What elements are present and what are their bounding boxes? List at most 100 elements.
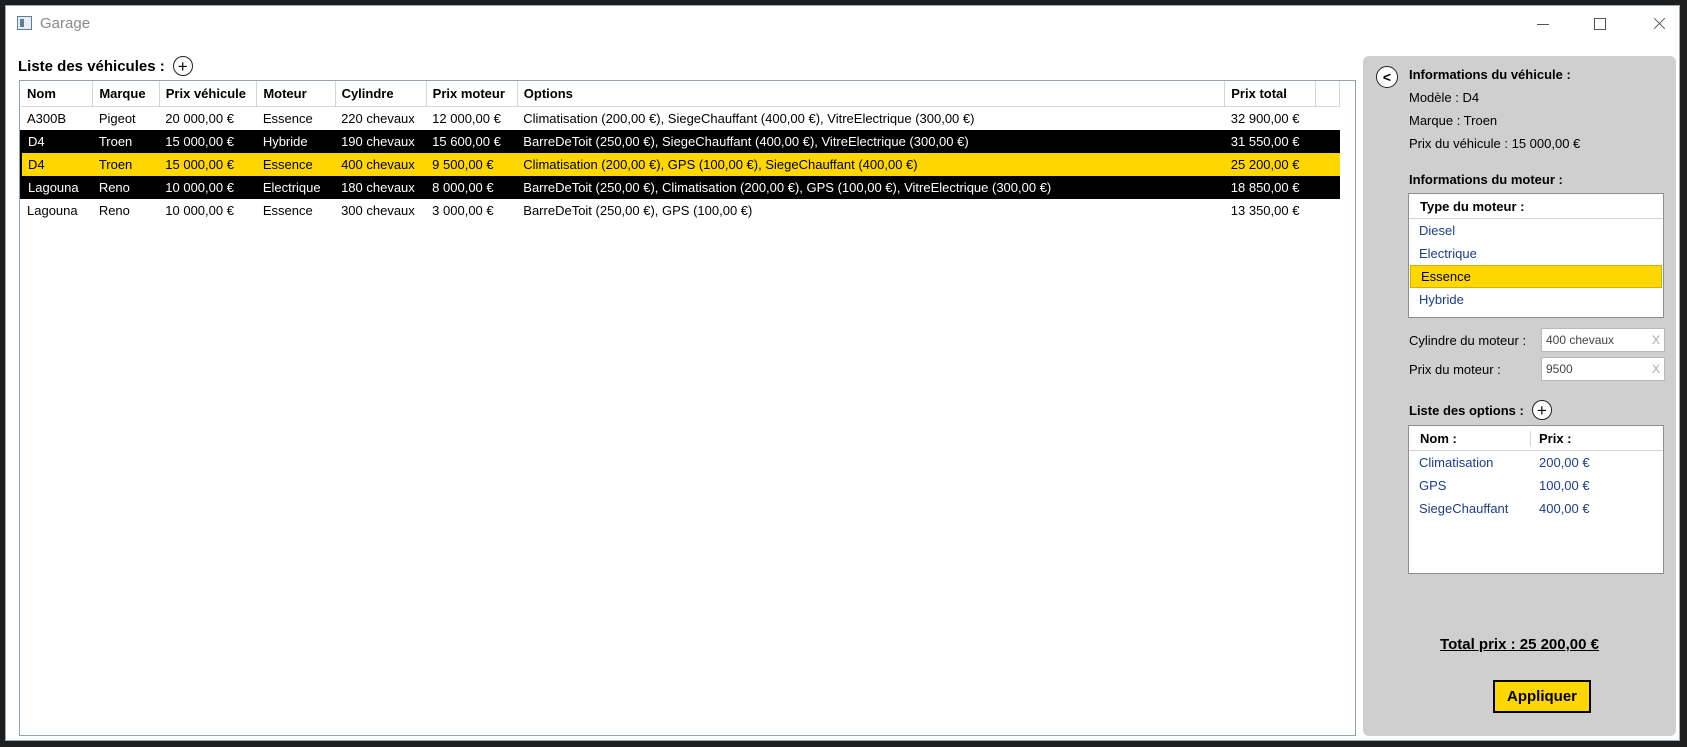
engine-type-header: Type du moteur : [1409, 194, 1663, 219]
engine-type-item[interactable]: Essence [1410, 265, 1662, 288]
cell-marque: Pigeot [98, 111, 136, 126]
vehicle-row[interactable]: Lagouna Reno 10 000,00 € Essence 300 chevaux… [21, 199, 1340, 222]
vehicle-grid: Nom Marque Prix véhicule Moteur Cylindre… [19, 80, 1356, 736]
add-icon: + [177, 56, 188, 76]
options-title: Liste des options : [1409, 402, 1524, 418]
cell-moteur: Hybride [256, 130, 336, 153]
cell-cylindre: 190 chevaux [335, 130, 427, 153]
add-icon: + [1536, 400, 1547, 420]
close-icon[interactable] [1630, 6, 1686, 42]
cell-nom: D4 [20, 130, 93, 153]
option-name: Climatisation [1419, 455, 1494, 470]
options-list: Nom : Prix : Climatisation 200,00 € GPS 100… [1408, 425, 1664, 574]
column-header-prix-total[interactable]: Prix total [1224, 81, 1317, 107]
vehicle-list-title: Liste des véhicules : [18, 57, 165, 75]
cell-prix-moteur: 3 000,00 € [432, 203, 494, 218]
cell-prix-total: 25 200,00 € [1224, 153, 1316, 176]
option-item[interactable]: GPS 100,00 € [1409, 474, 1663, 497]
vehicle-info-title: Informations du véhicule : [1409, 67, 1571, 82]
column-header-nom[interactable]: Nom [21, 81, 94, 107]
option-price: 400,00 € [1539, 501, 1590, 516]
apply-button[interactable]: Appliquer [1493, 680, 1591, 713]
clear-cylinder-icon[interactable]: X [1652, 333, 1660, 347]
add-option-button[interactable]: + [1531, 400, 1552, 420]
column-header-cylindre[interactable]: Cylindre [335, 81, 427, 107]
engine-type-item[interactable]: Diesel [1409, 219, 1663, 242]
cell-moteur: Essence [262, 111, 313, 126]
cell-marque: Reno [98, 203, 130, 218]
vehicle-row[interactable]: D4 Troen 15 000,00 € Essence 400 chevaux 9 50… [20, 153, 1340, 176]
option-name: SiegeChauffant [1419, 501, 1509, 516]
cell-nom: A300B [27, 111, 67, 126]
cell-filler [1315, 153, 1340, 176]
cell-cylindre: 180 chevaux [335, 176, 427, 199]
engine-info-title: Informations du moteur : [1409, 172, 1563, 187]
column-header-options[interactable]: Options [517, 81, 1226, 107]
cylinder-row: Cylindre du moteur : 400 chevaux X [1409, 328, 1665, 352]
column-header-prix-moteur[interactable]: Prix moteur [426, 81, 518, 107]
option-item[interactable]: SiegeChauffant 400,00 € [1409, 497, 1663, 520]
options-header-nom: Nom : [1409, 430, 1531, 446]
cell-filler [1316, 107, 1340, 131]
vehicle-row[interactable]: D4 Troen 15 000,00 € Hybride 190 chevaux 15 6… [20, 130, 1340, 153]
cell-moteur: Electrique [256, 176, 336, 199]
column-header-prix-vehicule[interactable]: Prix véhicule [159, 81, 258, 107]
minimize-icon[interactable] [1514, 6, 1570, 42]
option-item[interactable]: Climatisation 200,00 € [1409, 451, 1663, 474]
cell-moteur: Essence [262, 203, 313, 218]
options-header-prix: Prix : [1539, 430, 1572, 446]
details-panel: < Informations du véhicule : Modèle : D4… [1363, 56, 1676, 736]
cell-marque: Reno [92, 176, 160, 199]
vehicle-model: Modèle : D4 [1409, 90, 1480, 105]
total-price: Total prix : 25 200,00 € [1440, 636, 1599, 653]
cell-marque: Troen [92, 130, 160, 153]
engine-type-list: Type du moteur : Diesel Electrique Essence… [1408, 193, 1664, 318]
vehicle-brand: Marque : Troen [1409, 113, 1498, 128]
cell-options: BarreDeToit (250,00 €), GPS (100,00 €) [523, 203, 753, 218]
cylinder-value: 400 chevaux [1546, 333, 1615, 347]
add-vehicle-button[interactable]: + [172, 56, 193, 76]
cell-options: BarreDeToit (250,00 €), Climatisation (2… [517, 176, 1225, 199]
cell-options: Climatisation (200,00 €), SiegeChauffant… [523, 111, 975, 126]
vehicle-price: Prix du véhicule : 15 000,00 € [1409, 136, 1581, 151]
cell-nom: Lagouna [20, 176, 93, 199]
clear-engine-price-icon[interactable]: X [1652, 362, 1660, 376]
engine-price-value: 9500 [1546, 362, 1573, 376]
garage-window: Garage Liste des véhicules : + Nom Marqu… [5, 5, 1680, 741]
options-header: Nom : Prix : [1409, 426, 1663, 451]
engine-type-item[interactable]: Hybride [1409, 288, 1663, 311]
cell-nom: D4 [20, 153, 93, 176]
back-button[interactable]: < [1376, 66, 1398, 88]
engine-price-row: Prix du moteur : 9500 X [1409, 357, 1665, 381]
column-header-marque[interactable]: Marque [92, 81, 160, 107]
vehicle-row[interactable]: Lagouna Reno 10 000,00 € Electrique 180 chev… [20, 176, 1340, 199]
engine-price-input[interactable]: 9500 X [1541, 357, 1665, 381]
cell-cylindre: 220 chevaux [341, 111, 415, 126]
cell-prix-moteur: 9 500,00 € [426, 153, 518, 176]
cell-filler [1315, 130, 1340, 153]
cell-filler [1315, 176, 1340, 199]
cell-prix-vehicule: 15 000,00 € [159, 130, 257, 153]
cell-options: Climatisation (200,00 €), GPS (100,00 €)… [517, 153, 1225, 176]
cylinder-input[interactable]: 400 chevaux X [1541, 328, 1665, 352]
cell-prix-total: 31 550,00 € [1224, 130, 1316, 153]
cell-prix-vehicule: 15 000,00 € [159, 153, 257, 176]
cell-prix-total: 13 350,00 € [1230, 203, 1300, 218]
title-bar: Garage [6, 6, 1679, 42]
cell-prix-vehicule: 20 000,00 € [165, 111, 234, 126]
vehicle-row[interactable]: A300B Pigeot 20 000,00 € Essence 220 chevaux… [21, 107, 1340, 131]
cell-prix-moteur: 8 000,00 € [426, 176, 518, 199]
grid-header-row: Nom Marque Prix véhicule Moteur Cylindre… [21, 81, 1340, 107]
column-header-filler [1315, 81, 1340, 107]
cell-marque: Troen [92, 153, 160, 176]
cell-nom: Lagouna [27, 203, 78, 218]
window-title: Garage [40, 15, 91, 32]
option-price: 100,00 € [1539, 478, 1590, 493]
cell-prix-total: 32 900,00 € [1230, 111, 1300, 126]
column-header-moteur[interactable]: Moteur [256, 81, 336, 107]
cell-moteur: Essence [256, 153, 336, 176]
cell-filler [1316, 199, 1340, 222]
maximize-icon[interactable] [1572, 6, 1628, 42]
app-icon [17, 16, 32, 30]
engine-type-item[interactable]: Electrique [1409, 242, 1663, 265]
